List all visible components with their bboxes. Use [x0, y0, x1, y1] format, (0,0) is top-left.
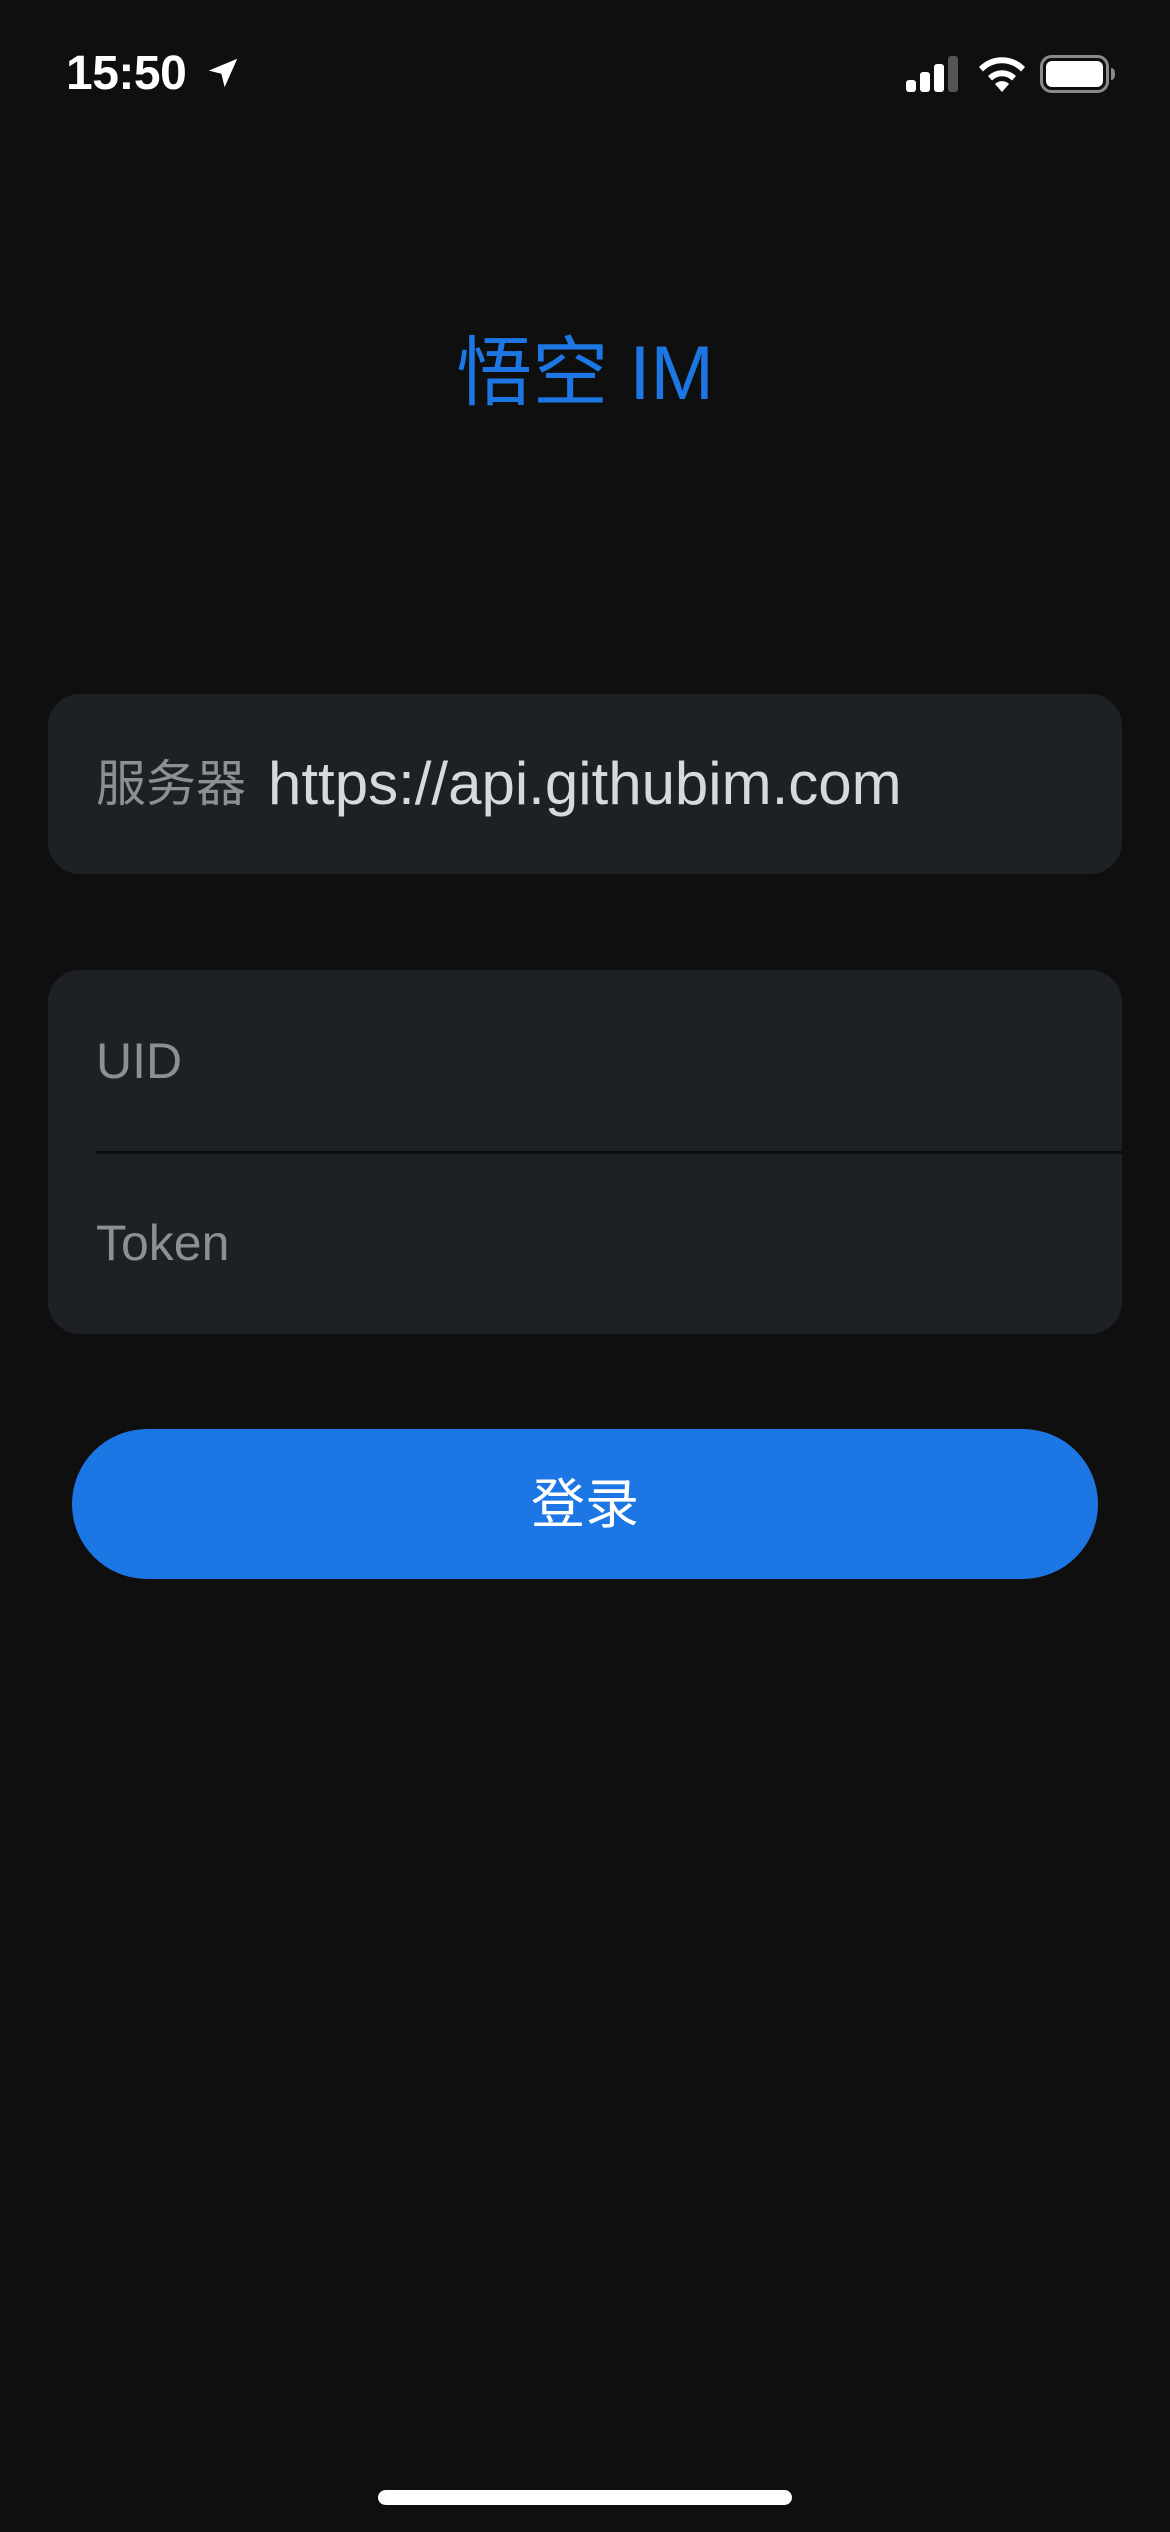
cellular-signal-icon: [906, 56, 958, 92]
battery-icon: [1040, 55, 1115, 93]
uid-field[interactable]: [48, 970, 1122, 1154]
server-url-value[interactable]: https://api.githubim.com: [268, 694, 902, 874]
server-label: 服务器: [96, 756, 246, 812]
login-button[interactable]: 登录: [72, 1429, 1098, 1579]
wifi-icon: [979, 57, 1025, 92]
token-input[interactable]: [96, 1152, 1096, 1334]
home-indicator[interactable]: [378, 2490, 792, 2505]
status-bar: 15:50: [0, 0, 1170, 150]
token-field[interactable]: [48, 1152, 1122, 1334]
status-time: 15:50: [66, 47, 187, 100]
app-title: 悟空 IM: [456, 331, 714, 416]
server-card[interactable]: 服务器 https://api.githubim.com: [48, 694, 1122, 874]
credentials-card: [48, 970, 1122, 1334]
location-arrow-icon: [208, 58, 238, 88]
uid-input[interactable]: [96, 970, 1096, 1152]
